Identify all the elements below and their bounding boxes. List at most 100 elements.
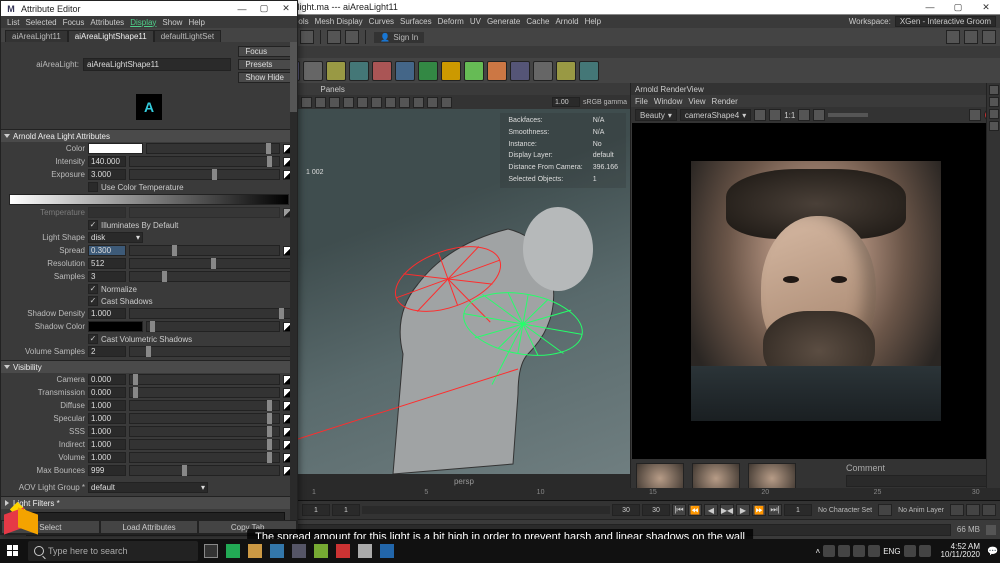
notification-button[interactable]: 💬 (986, 539, 1000, 563)
play-back-button[interactable]: ▶◀ (720, 504, 734, 516)
ae-scrollbar[interactable] (290, 42, 297, 520)
renderview-canvas[interactable] (632, 123, 999, 459)
rv-camera-select[interactable]: cameraShape4 ▾ (680, 109, 751, 121)
vp-btn-9[interactable] (413, 97, 424, 108)
light-shape-select[interactable]: disk▾ (88, 232, 143, 243)
taskbar-app-6[interactable] (332, 539, 354, 563)
menu-cache[interactable]: Cache (526, 17, 549, 26)
ae-presets-button[interactable]: Presets (238, 59, 291, 70)
intensity-input[interactable]: 140.000 (88, 156, 126, 167)
autokey-btn[interactable] (966, 504, 980, 516)
rv-btn-crop[interactable] (754, 109, 766, 121)
use-color-temp-checkbox[interactable] (88, 182, 98, 192)
taskbar-app-8[interactable] (376, 539, 398, 563)
char-set-btn[interactable] (878, 504, 892, 516)
current-frame[interactable]: 1 (784, 504, 812, 516)
illum-default-checkbox[interactable] (88, 220, 98, 230)
close-button[interactable]: ✕ (972, 0, 1000, 15)
script-editor-icon[interactable] (986, 525, 996, 535)
ae-showhide-button[interactable]: Show Hide (238, 72, 291, 83)
cb-btn-4[interactable] (989, 121, 999, 131)
vis-indirect-slider[interactable] (129, 439, 280, 450)
play-start-button[interactable]: |⏮ (672, 504, 686, 516)
vis-maxbounces-input[interactable]: 999 (88, 465, 126, 476)
vis-sss-slider[interactable] (129, 426, 280, 437)
menu-surfaces[interactable]: Surfaces (400, 17, 432, 26)
volume-samples-input[interactable]: 2 (88, 346, 126, 357)
rv-menu-window[interactable]: Window (654, 97, 682, 106)
vp-btn-10[interactable] (427, 97, 438, 108)
menu-meshdisplay[interactable]: Mesh Display (315, 17, 363, 26)
menu-curves[interactable]: Curves (369, 17, 394, 26)
status-btn-r2[interactable] (964, 30, 978, 44)
tray-volume-icon[interactable] (919, 545, 931, 557)
time-start-outer[interactable]: 1 (302, 504, 330, 516)
prefs-btn[interactable] (982, 504, 996, 516)
shelf-icon-19[interactable] (418, 61, 438, 81)
vp-btn-11[interactable] (441, 97, 452, 108)
menu-arnold[interactable]: Arnold (555, 17, 578, 26)
timeline-ruler[interactable]: 1 5 10 15 20 25 30 (298, 488, 1000, 501)
cast-volumetric-checkbox[interactable] (88, 334, 98, 344)
time-start-inner[interactable]: 1 (332, 504, 360, 516)
vis-indirect-input[interactable]: 1.000 (88, 439, 126, 450)
ae-menu-show[interactable]: Show (162, 18, 182, 27)
vis-diffuse-slider[interactable] (129, 400, 280, 411)
taskbar-app-3[interactable] (266, 539, 288, 563)
ae-section-lightfilters-header[interactable]: Light Filters * (1, 497, 297, 509)
ae-maximize-button[interactable]: ▢ (253, 1, 275, 16)
shelf-icon-20[interactable] (441, 61, 461, 81)
shelf-icon-23[interactable] (510, 61, 530, 81)
char-set-select[interactable]: No Character Set (818, 507, 872, 514)
shadow-density-input[interactable]: 1.000 (88, 308, 126, 319)
ae-section-visibility-header[interactable]: Visibility (1, 361, 297, 373)
rv-btn-lock[interactable] (798, 109, 810, 121)
resolution-slider[interactable] (129, 258, 293, 269)
exposure-slider[interactable] (129, 169, 280, 180)
shelf-icon-26[interactable] (579, 61, 599, 81)
time-end-inner[interactable]: 30 (612, 504, 640, 516)
rv-btn-region[interactable] (769, 109, 781, 121)
vis-volume-slider[interactable] (129, 452, 280, 463)
taskbar-app-2[interactable] (244, 539, 266, 563)
vp-gamma-label[interactable]: sRGB gamma (583, 99, 627, 106)
status-btn-7[interactable] (345, 30, 359, 44)
time-end-outer[interactable]: 30 (642, 504, 670, 516)
play-prev-button[interactable]: ◀ (704, 504, 718, 516)
ae-menu-display[interactable]: Display (130, 18, 156, 27)
cb-btn-2[interactable] (989, 97, 999, 107)
ae-focus-button[interactable]: Focus (238, 46, 291, 57)
ae-scrollbar-thumb[interactable] (290, 42, 297, 112)
aov-light-group-select[interactable]: default▾ (88, 482, 208, 493)
status-btn-r1[interactable] (946, 30, 960, 44)
ae-menu-list[interactable]: List (7, 18, 19, 27)
ae-menu-help[interactable]: Help (188, 18, 204, 27)
ae-name-input[interactable]: aiAreaLightShape11 (83, 58, 231, 71)
tray-expand-icon[interactable]: ˄ (816, 547, 821, 556)
workspace-select[interactable]: XGen - Interactive Groom (895, 16, 996, 27)
exposure-input[interactable]: 3.000 (88, 169, 126, 180)
rv-menu-render[interactable]: Render (712, 97, 738, 106)
status-btn-5[interactable] (300, 30, 314, 44)
vp-gamma-field[interactable]: 1.00 (552, 97, 580, 107)
samples-slider[interactable] (129, 271, 293, 282)
cb-btn-3[interactable] (989, 109, 999, 119)
cast-shadows-checkbox[interactable] (88, 296, 98, 306)
cb-btn-1[interactable] (989, 85, 999, 95)
shadow-color-swatch[interactable] (88, 321, 143, 332)
rv-aov-select[interactable]: Beauty ▾ (635, 109, 677, 121)
vp-btn-2[interactable] (315, 97, 326, 108)
ae-tab-shape[interactable]: aiAreaLightShape11 (68, 30, 154, 42)
samples-input[interactable]: 3 (88, 271, 126, 282)
taskbar-app-7[interactable] (354, 539, 376, 563)
rv-menu-view[interactable]: View (688, 97, 705, 106)
viewport-canvas[interactable]: 1 002 (298, 109, 630, 474)
taskbar-clock[interactable]: 4:52 AM 10/11/2020 (941, 543, 980, 559)
status-btn-6[interactable] (327, 30, 341, 44)
vis-transmission-input[interactable]: 0.000 (88, 387, 126, 398)
vp-btn-6[interactable] (371, 97, 382, 108)
range-slider[interactable] (362, 506, 610, 514)
menu-deform[interactable]: Deform (438, 17, 464, 26)
rv-menu-file[interactable]: File (635, 97, 648, 106)
color-slider[interactable] (146, 143, 280, 154)
